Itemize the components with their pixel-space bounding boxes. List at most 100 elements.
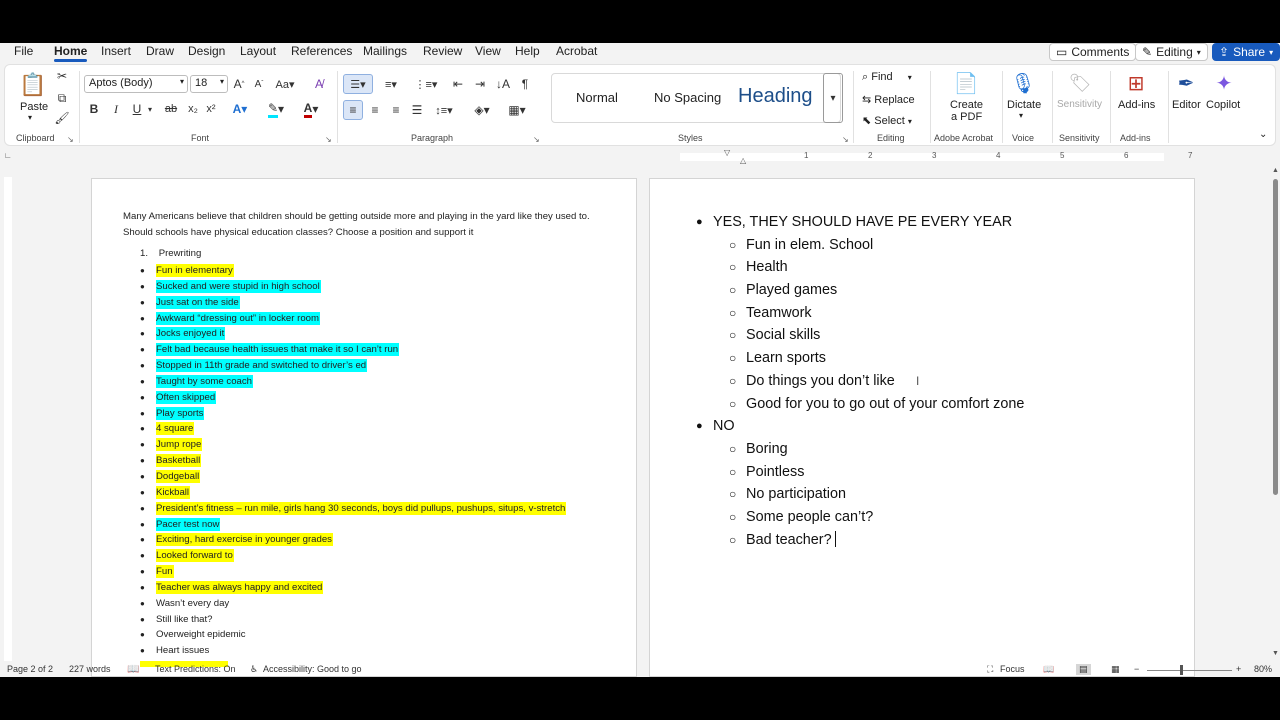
collapse-ribbon-icon[interactable]: ⌄ (1259, 129, 1267, 140)
select-button[interactable]: ⬉ Select ▾ (862, 114, 912, 127)
microphone-icon[interactable]: 🎙 (1010, 69, 1035, 97)
tab-draw[interactable]: Draw (146, 44, 174, 58)
comments-button[interactable]: ▭ Comments (1049, 43, 1137, 61)
zoom-slider[interactable] (1147, 670, 1232, 671)
tab-references[interactable]: References (291, 44, 352, 58)
shrink-font-icon[interactable]: Aˇ (251, 75, 267, 93)
font-size-combo[interactable]: 18 ▾ (190, 75, 228, 93)
scrollbar-thumb[interactable] (1273, 179, 1278, 495)
document-page-1[interactable]: Many Americans believe that children sho… (91, 178, 637, 677)
read-mode-icon[interactable]: 📖 (1043, 664, 1054, 675)
proofing-icon[interactable]: 📖 (127, 664, 139, 675)
chevron-down-icon[interactable]: ▾ (1019, 111, 1023, 120)
style-heading[interactable]: Heading (738, 85, 813, 108)
page-count[interactable]: Page 2 of 2 (7, 664, 53, 674)
clear-formatting-icon[interactable]: A̸ (310, 75, 328, 93)
justify-icon[interactable]: ☰ (408, 100, 426, 120)
vertical-ruler[interactable] (4, 177, 12, 661)
accessibility-status[interactable]: Accessibility: Good to go (263, 664, 362, 674)
bold-icon[interactable]: B (87, 101, 101, 117)
create-pdf-button[interactable]: Create (950, 99, 983, 111)
ruler-hanging-marker[interactable]: △ (740, 156, 746, 165)
highlight-color-icon[interactable]: ✎ ▾ (263, 101, 289, 118)
align-left-icon[interactable]: ≡ (343, 100, 363, 120)
copilot-button[interactable]: Copilot (1206, 99, 1240, 111)
share-button[interactable]: ⇪ Share ▾ (1212, 43, 1280, 61)
tab-mailings[interactable]: Mailings (363, 44, 407, 58)
tab-selector-icon[interactable]: ∟ (4, 151, 12, 160)
tab-acrobat[interactable]: Acrobat (556, 44, 597, 58)
styles-launcher-icon[interactable]: ↘ (842, 135, 849, 144)
align-right-icon[interactable]: ≡ (387, 100, 405, 120)
font-launcher-icon[interactable]: ↘ (325, 135, 332, 144)
sort-icon[interactable]: ↓A (494, 74, 512, 94)
tab-home[interactable]: Home (54, 44, 88, 62)
clipboard-launcher-icon[interactable]: ↘ (67, 135, 74, 144)
underline-icon[interactable]: U (130, 101, 144, 117)
replace-button[interactable]: ⇆ Replace (862, 93, 915, 106)
bullets-icon[interactable]: ☰▾ (343, 74, 373, 94)
web-layout-icon[interactable]: ▦ (1111, 664, 1120, 675)
superscript-icon[interactable]: x² (204, 101, 218, 117)
tab-design[interactable]: Design (188, 44, 225, 58)
zoom-out-icon[interactable]: − (1134, 664, 1139, 674)
copy-icon[interactable]: ⧉ (55, 91, 69, 105)
document-page-2[interactable]: ● YES, THEY SHOULD HAVE PE EVERY YEAR ○ Fu… (649, 178, 1195, 677)
editor-button[interactable]: Editor (1172, 99, 1201, 111)
focus-button[interactable]: Focus (1000, 664, 1025, 674)
print-layout-icon[interactable]: ▤ (1076, 664, 1091, 675)
copilot-icon[interactable]: ✦ (1210, 69, 1238, 97)
scroll-up-icon[interactable]: ▲ (1272, 167, 1279, 174)
tab-view[interactable]: View (475, 44, 501, 58)
create-pdf-label-line2: a PDF (951, 111, 983, 123)
paste-icon[interactable]: 📋 (19, 70, 47, 100)
paste-button[interactable]: Paste (20, 101, 48, 113)
paragraph-launcher-icon[interactable]: ↘ (533, 135, 540, 144)
zoom-level[interactable]: 80% (1254, 664, 1272, 674)
tab-help[interactable]: Help (515, 44, 540, 58)
increase-indent-icon[interactable]: ⇥ (471, 74, 489, 94)
dictate-button[interactable]: Dictate (1007, 99, 1041, 111)
text-predictions-status[interactable]: Text Predictions: On (155, 664, 236, 674)
paste-dropdown-icon[interactable]: ▾ (28, 113, 32, 122)
tab-layout[interactable]: Layout (240, 44, 276, 58)
create-pdf-icon[interactable]: 📄 (953, 69, 979, 97)
zoom-in-icon[interactable]: + (1236, 664, 1241, 674)
word-count[interactable]: 227 words (69, 664, 111, 674)
font-name-combo[interactable]: Aptos (Body) ▾ (84, 75, 188, 93)
align-center-icon[interactable]: ≡ (366, 100, 384, 120)
numbering-icon[interactable]: ≡▾ (378, 74, 404, 94)
grow-font-icon[interactable]: A ^ (231, 75, 247, 93)
editing-mode-button[interactable]: ✎ Editing ▾ (1135, 43, 1208, 61)
scroll-down-icon[interactable]: ▼ (1272, 650, 1279, 657)
style-normal[interactable]: Normal (576, 90, 618, 105)
change-case-icon[interactable]: Aa▾ (273, 75, 297, 93)
addins-button[interactable]: Add-ins (1118, 99, 1155, 111)
horizontal-ruler[interactable]: ▽ △ 1 2 3 4 5 6 7 (646, 148, 1196, 165)
find-button[interactable]: ⌕ Find ▾ (862, 71, 912, 84)
vertical-scrollbar[interactable]: ▲ ▼ (1271, 167, 1280, 659)
show-formatting-icon[interactable]: ¶ (517, 74, 533, 94)
tab-insert[interactable]: Insert (101, 44, 131, 58)
shading-icon[interactable]: ◈▾ (469, 100, 495, 120)
tab-file[interactable]: File (14, 44, 33, 58)
ruler-indent-marker[interactable]: ▽ (724, 148, 730, 157)
format-painter-icon[interactable]: 🖌 (54, 111, 69, 125)
strikethrough-icon[interactable]: ab (164, 101, 178, 117)
borders-icon[interactable]: ▦▾ (503, 100, 531, 120)
multilevel-list-icon[interactable]: ⋮≡▾ (413, 74, 439, 94)
font-color-icon[interactable]: A ▾ (298, 101, 324, 118)
cut-icon[interactable]: ✂ (55, 69, 69, 83)
editor-icon[interactable]: ✒ (1173, 69, 1199, 97)
italic-icon[interactable]: I (109, 101, 123, 117)
subscript-icon[interactable]: x₂ (186, 101, 200, 117)
styles-more-icon[interactable]: ▾ (823, 73, 843, 123)
zoom-slider-thumb[interactable] (1180, 665, 1183, 675)
line-spacing-icon[interactable]: ↕≡▾ (429, 100, 459, 120)
style-no-spacing[interactable]: No Spacing (654, 90, 721, 105)
chevron-down-icon[interactable]: ▾ (146, 101, 154, 117)
text-effects-icon[interactable]: A▾ (229, 101, 251, 117)
tab-review[interactable]: Review (423, 44, 462, 58)
addins-icon[interactable]: ⊞ (1123, 69, 1149, 97)
decrease-indent-icon[interactable]: ⇤ (449, 74, 467, 94)
